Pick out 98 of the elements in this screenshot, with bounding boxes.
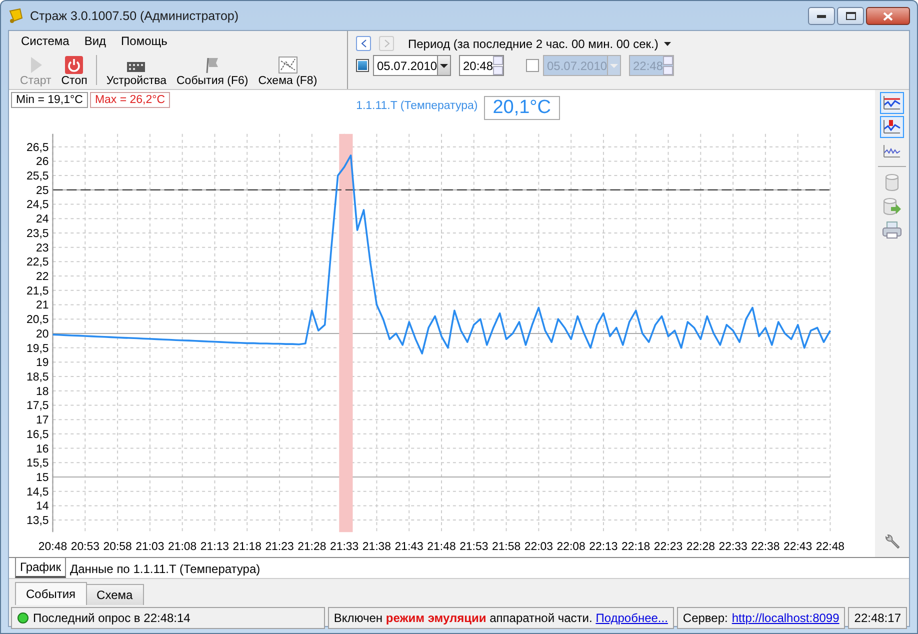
bell-icon <box>8 8 24 24</box>
x-tick-label: 21:38 <box>362 541 392 554</box>
x-tick-label: 21:48 <box>427 541 456 554</box>
x-tick-label: 22:28 <box>686 541 715 554</box>
device-icon <box>126 60 146 74</box>
x-tick-label: 21:13 <box>200 541 230 554</box>
panel-tab[interactable]: События <box>15 582 87 605</box>
menu-item[interactable]: Помощь <box>115 34 176 48</box>
y-tick-label: 25,5 <box>26 170 49 183</box>
y-tick-label: 14 <box>36 500 49 513</box>
x-tick-label: 21:28 <box>298 541 326 554</box>
close-icon <box>883 12 893 20</box>
x-tick-label: 21:03 <box>136 541 164 554</box>
y-tick-label: 17 <box>36 414 49 427</box>
panel-tab[interactable]: Схема <box>86 584 144 605</box>
print-tool-button[interactable] <box>880 219 904 241</box>
y-tick-label: 18 <box>36 386 49 398</box>
x-tick-label: 21:23 <box>265 541 294 554</box>
y-tick-label: 23 <box>36 242 49 254</box>
x-tick-label: 22:48 <box>816 541 845 554</box>
y-tick-label: 26,5 <box>26 142 49 154</box>
caret-icon <box>610 64 618 68</box>
period-dropdown[interactable]: Период (за последние 2 час. 00 мин. 00 сек.) <box>402 36 672 50</box>
y-tick-label: 23,5 <box>26 228 49 240</box>
server-label: Сервер: <box>682 611 728 625</box>
x-tick-label: 22:08 <box>556 541 586 554</box>
y-tick-label: 24 <box>36 214 49 226</box>
emulation-notice: Включен режим эмуляции аппаратной части. Подробнее... <box>334 611 668 625</box>
y-tick-label: 15,5 <box>26 458 49 470</box>
menu-item[interactable]: Вид <box>78 34 116 48</box>
menu-item[interactable]: Система <box>15 34 78 48</box>
maximize-icon <box>846 12 856 20</box>
scheme-icon <box>278 56 298 74</box>
x-tick-label: 22:13 <box>589 541 618 554</box>
caret-icon <box>440 64 448 68</box>
min-label: Min = 19,1°C <box>11 92 88 108</box>
chevron-left-icon <box>360 39 366 48</box>
x-tick-label: 22:18 <box>622 541 650 554</box>
trend-tool-button[interactable] <box>880 92 904 114</box>
server-link[interactable]: http://localhost:8099 <box>732 611 840 625</box>
toolbar-button[interactable]: Схема (F8) <box>253 56 322 87</box>
minimize-button[interactable] <box>808 7 835 25</box>
current-value: 20,1°C <box>484 96 560 120</box>
y-tick-label: 18,5 <box>26 372 49 384</box>
caret-icon <box>664 42 672 46</box>
series-label: 1.1.11.T (Температура) <box>356 100 478 112</box>
y-tick-label: 26 <box>36 156 49 168</box>
x-tick-label: 21:43 <box>394 541 424 554</box>
y-tick-label: 16 <box>36 443 49 456</box>
toolbar-button[interactable]: События (F6) <box>172 56 254 87</box>
y-tick-label: 22,5 <box>26 256 49 269</box>
last-poll-text: Последний опрос в 22:48:14 <box>33 611 190 625</box>
maximize-button[interactable] <box>837 7 864 25</box>
window-title: Страж 3.0.1007.50 (Администратор) <box>30 8 239 22</box>
power-icon <box>65 56 84 74</box>
time-field[interactable]: 20:48 <box>459 55 504 76</box>
x-tick-label: 22:43 <box>784 541 812 554</box>
wrench-icon[interactable] <box>883 533 901 551</box>
y-tick-label: 19 <box>36 357 49 370</box>
x-tick-label: 21:18 <box>232 541 262 554</box>
x-tick-label: 22:38 <box>751 541 780 554</box>
x-tick-label: 20:53 <box>70 541 100 554</box>
chevron-right-icon <box>384 39 390 48</box>
previous-button[interactable] <box>356 36 371 51</box>
y-tick-label: 19,5 <box>26 342 49 355</box>
x-tick-label: 22:33 <box>718 541 748 554</box>
y-tick-label: 17,5 <box>26 400 49 412</box>
minimize-icon <box>817 14 826 18</box>
clock-text: 22:48:17 <box>854 611 901 625</box>
y-tick-label: 13,5 <box>26 515 49 528</box>
y-tick-label: 22 <box>36 271 49 283</box>
x-tick-label: 20:48 <box>38 541 68 554</box>
x-tick-label: 21:08 <box>168 541 197 554</box>
checkbox[interactable] <box>356 59 369 72</box>
view-tab[interactable]: График <box>15 558 66 578</box>
close-button[interactable] <box>866 7 910 25</box>
y-tick-label: 16,5 <box>26 428 49 441</box>
toolbar-button[interactable]: Устройства <box>101 60 172 87</box>
x-tick-label: 20:58 <box>103 541 132 554</box>
y-tick-label: 20 <box>36 328 49 340</box>
x-tick-label: 22:23 <box>654 541 683 554</box>
y-tick-label: 25 <box>36 184 49 197</box>
x-tick-label: 21:53 <box>460 541 488 554</box>
x-tick-label: 21:58 <box>492 541 521 554</box>
toolbar-button[interactable]: Стоп <box>56 56 92 87</box>
x-tick-label: 21:33 <box>330 541 359 554</box>
marker-tool-button[interactable] <box>880 116 904 138</box>
y-tick-label: 14,5 <box>26 486 49 498</box>
y-tick-label: 24,5 <box>26 199 49 212</box>
status-led-icon <box>17 612 29 624</box>
y-tick-label: 15 <box>36 472 49 484</box>
max-label: Max = 26,2°C <box>90 92 170 108</box>
y-tick-label: 21,5 <box>26 285 49 298</box>
date-field[interactable]: 05.07.2010 <box>373 55 451 76</box>
details-link[interactable]: Подробнее... <box>596 611 668 625</box>
x-tick-label: 22:03 <box>524 541 553 554</box>
y-tick-label: 21 <box>36 300 49 312</box>
y-tick-label: 20,5 <box>26 314 49 326</box>
